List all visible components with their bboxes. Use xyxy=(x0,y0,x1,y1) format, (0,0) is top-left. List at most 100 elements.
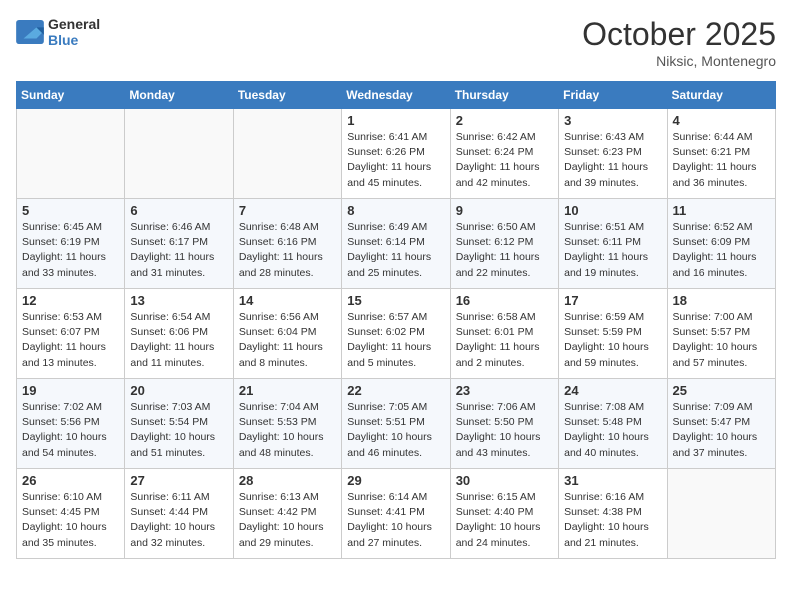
col-friday: Friday xyxy=(559,82,667,109)
day-info: Sunrise: 6:46 AM Sunset: 6:17 PM Dayligh… xyxy=(130,220,227,281)
table-row: 19 Sunrise: 7:02 AM Sunset: 5:56 PM Dayli… xyxy=(17,379,125,469)
calendar-week-row: 19 Sunrise: 7:02 AM Sunset: 5:56 PM Dayli… xyxy=(17,379,776,469)
day-info: Sunrise: 7:03 AM Sunset: 5:54 PM Dayligh… xyxy=(130,400,227,461)
location-title: Niksic, Montenegro xyxy=(582,53,776,69)
day-info: Sunrise: 6:48 AM Sunset: 6:16 PM Dayligh… xyxy=(239,220,336,281)
day-info: Sunrise: 6:45 AM Sunset: 6:19 PM Dayligh… xyxy=(22,220,119,281)
day-info: Sunrise: 7:09 AM Sunset: 5:47 PM Dayligh… xyxy=(673,400,770,461)
day-number: 1 xyxy=(347,113,444,128)
day-number: 6 xyxy=(130,203,227,218)
day-number: 16 xyxy=(456,293,553,308)
day-info: Sunrise: 6:56 AM Sunset: 6:04 PM Dayligh… xyxy=(239,310,336,371)
day-number: 29 xyxy=(347,473,444,488)
table-row: 20 Sunrise: 7:03 AM Sunset: 5:54 PM Dayli… xyxy=(125,379,233,469)
table-row: 12Sunrise: 6:53 AM Sunset: 6:07 PM Dayli… xyxy=(17,289,125,379)
day-number: 19 xyxy=(22,383,119,398)
day-number: 8 xyxy=(347,203,444,218)
day-number: 17 xyxy=(564,293,661,308)
col-thursday: Thursday xyxy=(450,82,558,109)
day-info: Sunrise: 6:53 AM Sunset: 6:07 PM Dayligh… xyxy=(22,310,119,371)
col-monday: Monday xyxy=(125,82,233,109)
day-number: 9 xyxy=(456,203,553,218)
table-row: 6 Sunrise: 6:46 AM Sunset: 6:17 PM Daylig… xyxy=(125,199,233,289)
day-info: Sunrise: 7:06 AM Sunset: 5:50 PM Dayligh… xyxy=(456,400,553,461)
day-number: 13 xyxy=(130,293,227,308)
table-row: 7 Sunrise: 6:48 AM Sunset: 6:16 PM Daylig… xyxy=(233,199,341,289)
table-row: 3 Sunrise: 6:43 AM Sunset: 6:23 PM Daylig… xyxy=(559,109,667,199)
logo-text: General Blue xyxy=(48,16,100,48)
calendar-table: Sunday Monday Tuesday Wednesday Thursday… xyxy=(16,81,776,559)
day-number: 30 xyxy=(456,473,553,488)
day-info: Sunrise: 6:10 AM Sunset: 4:45 PM Dayligh… xyxy=(22,490,119,551)
logo-icon xyxy=(16,20,44,44)
day-info: Sunrise: 6:14 AM Sunset: 4:41 PM Dayligh… xyxy=(347,490,444,551)
table-row xyxy=(667,469,775,559)
day-info: Sunrise: 6:13 AM Sunset: 4:42 PM Dayligh… xyxy=(239,490,336,551)
logo-general-text: General xyxy=(48,16,100,32)
day-info: Sunrise: 6:43 AM Sunset: 6:23 PM Dayligh… xyxy=(564,130,661,191)
day-info: Sunrise: 7:08 AM Sunset: 5:48 PM Dayligh… xyxy=(564,400,661,461)
table-row: 29 Sunrise: 6:14 AM Sunset: 4:41 PM Dayli… xyxy=(342,469,450,559)
day-info: Sunrise: 7:00 AM Sunset: 5:57 PM Dayligh… xyxy=(673,310,770,371)
day-number: 10 xyxy=(564,203,661,218)
table-row: 21Sunrise: 7:04 AM Sunset: 5:53 PM Dayli… xyxy=(233,379,341,469)
calendar-week-row: 5 Sunrise: 6:45 AM Sunset: 6:19 PM Daylig… xyxy=(17,199,776,289)
table-row: 17Sunrise: 6:59 AM Sunset: 5:59 PM Dayli… xyxy=(559,289,667,379)
col-tuesday: Tuesday xyxy=(233,82,341,109)
table-row: 2Sunrise: 6:42 AM Sunset: 6:24 PM Daylig… xyxy=(450,109,558,199)
day-number: 31 xyxy=(564,473,661,488)
day-info: Sunrise: 7:04 AM Sunset: 5:53 PM Dayligh… xyxy=(239,400,336,461)
day-number: 24 xyxy=(564,383,661,398)
table-row: 11 Sunrise: 6:52 AM Sunset: 6:09 PM Dayli… xyxy=(667,199,775,289)
table-row: 8 Sunrise: 6:49 AM Sunset: 6:14 PM Daylig… xyxy=(342,199,450,289)
table-row: 10 Sunrise: 6:51 AM Sunset: 6:11 PM Dayli… xyxy=(559,199,667,289)
logo: General Blue xyxy=(16,16,100,48)
calendar-header-row: Sunday Monday Tuesday Wednesday Thursday… xyxy=(17,82,776,109)
table-row: 28 Sunrise: 6:13 AM Sunset: 4:42 PM Dayli… xyxy=(233,469,341,559)
day-number: 28 xyxy=(239,473,336,488)
table-row: 4Sunrise: 6:44 AM Sunset: 6:21 PM Daylig… xyxy=(667,109,775,199)
day-info: Sunrise: 6:58 AM Sunset: 6:01 PM Dayligh… xyxy=(456,310,553,371)
col-wednesday: Wednesday xyxy=(342,82,450,109)
calendar-week-row: 12Sunrise: 6:53 AM Sunset: 6:07 PM Dayli… xyxy=(17,289,776,379)
month-title: October 2025 xyxy=(582,16,776,53)
day-number: 2 xyxy=(456,113,553,128)
day-number: 18 xyxy=(673,293,770,308)
table-row: 9 Sunrise: 6:50 AM Sunset: 6:12 PM Daylig… xyxy=(450,199,558,289)
day-info: Sunrise: 6:44 AM Sunset: 6:21 PM Dayligh… xyxy=(673,130,770,191)
day-number: 11 xyxy=(673,203,770,218)
table-row xyxy=(125,109,233,199)
table-row: 30Sunrise: 6:15 AM Sunset: 4:40 PM Dayli… xyxy=(450,469,558,559)
table-row: 13 Sunrise: 6:54 AM Sunset: 6:06 PM Dayli… xyxy=(125,289,233,379)
table-row: 27 Sunrise: 6:11 AM Sunset: 4:44 PM Dayli… xyxy=(125,469,233,559)
day-number: 23 xyxy=(456,383,553,398)
day-info: Sunrise: 7:02 AM Sunset: 5:56 PM Dayligh… xyxy=(22,400,119,461)
calendar-week-row: 1Sunrise: 6:41 AM Sunset: 6:26 PM Daylig… xyxy=(17,109,776,199)
table-row xyxy=(233,109,341,199)
day-info: Sunrise: 6:51 AM Sunset: 6:11 PM Dayligh… xyxy=(564,220,661,281)
day-number: 7 xyxy=(239,203,336,218)
day-info: Sunrise: 6:54 AM Sunset: 6:06 PM Dayligh… xyxy=(130,310,227,371)
day-info: Sunrise: 6:52 AM Sunset: 6:09 PM Dayligh… xyxy=(673,220,770,281)
table-row: 15Sunrise: 6:57 AM Sunset: 6:02 PM Dayli… xyxy=(342,289,450,379)
day-number: 3 xyxy=(564,113,661,128)
table-row: 31 Sunrise: 6:16 AM Sunset: 4:38 PM Dayli… xyxy=(559,469,667,559)
day-number: 27 xyxy=(130,473,227,488)
table-row: 14 Sunrise: 6:56 AM Sunset: 6:04 PM Dayli… xyxy=(233,289,341,379)
day-info: Sunrise: 6:11 AM Sunset: 4:44 PM Dayligh… xyxy=(130,490,227,551)
table-row: 22Sunrise: 7:05 AM Sunset: 5:51 PM Dayli… xyxy=(342,379,450,469)
day-number: 14 xyxy=(239,293,336,308)
table-row: 5 Sunrise: 6:45 AM Sunset: 6:19 PM Daylig… xyxy=(17,199,125,289)
table-row: 1Sunrise: 6:41 AM Sunset: 6:26 PM Daylig… xyxy=(342,109,450,199)
day-number: 15 xyxy=(347,293,444,308)
col-saturday: Saturday xyxy=(667,82,775,109)
day-number: 5 xyxy=(22,203,119,218)
calendar-week-row: 26 Sunrise: 6:10 AM Sunset: 4:45 PM Dayli… xyxy=(17,469,776,559)
day-info: Sunrise: 6:49 AM Sunset: 6:14 PM Dayligh… xyxy=(347,220,444,281)
day-info: Sunrise: 6:50 AM Sunset: 6:12 PM Dayligh… xyxy=(456,220,553,281)
day-number: 20 xyxy=(130,383,227,398)
day-info: Sunrise: 6:16 AM Sunset: 4:38 PM Dayligh… xyxy=(564,490,661,551)
day-number: 26 xyxy=(22,473,119,488)
day-number: 25 xyxy=(673,383,770,398)
table-row: 24 Sunrise: 7:08 AM Sunset: 5:48 PM Dayli… xyxy=(559,379,667,469)
